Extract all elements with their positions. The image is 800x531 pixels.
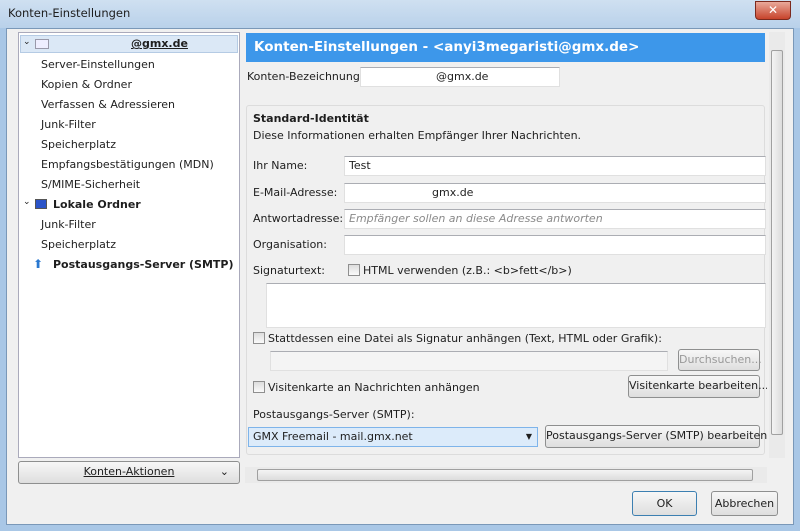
window-title: Konten-Einstellungen: [8, 6, 131, 20]
vertical-scrollbar[interactable]: [769, 32, 785, 458]
tree-item-junk[interactable]: Junk-Filter: [41, 118, 96, 131]
vcard-edit-button[interactable]: Visitenkarte bearbeiten...: [628, 375, 767, 398]
smtp-select[interactable]: GMX Freemail - mail.gmx.net ▼: [248, 427, 538, 447]
vcard-label[interactable]: Visitenkarte an Nachrichten anhängen: [268, 381, 480, 394]
html-checkbox-label[interactable]: HTML verwenden (z.B.: <b>fett</b>): [363, 264, 572, 277]
account-name-input[interactable]: @gmx.de: [360, 67, 560, 87]
horizontal-scrollbar[interactable]: [245, 467, 767, 483]
tree-item-storage[interactable]: Speicherplatz: [41, 138, 116, 151]
cancel-button[interactable]: Abbrechen: [711, 491, 778, 516]
mail-icon: [35, 39, 49, 49]
settings-panel: Konten-Einstellungen - <anyi3megaristi@g…: [245, 32, 767, 458]
account-tree[interactable]: ⌄ @gmx.de Server-Einstellungen Kopien & …: [18, 32, 240, 458]
email-input[interactable]: gmx.de: [344, 183, 766, 203]
org-label: Organisation:: [253, 238, 327, 251]
tree-item-compose[interactable]: Verfassen & Adressieren: [41, 98, 175, 111]
tree-item-smime[interactable]: S/MIME-Sicherheit: [41, 178, 140, 191]
account-name-label: Konten-Bezeichnung:: [247, 70, 364, 83]
chevron-down-icon[interactable]: ⌄: [23, 37, 31, 47]
tree-item-account[interactable]: [20, 35, 238, 53]
server-icon: ⬆: [33, 257, 44, 271]
email-label: E-Mail-Adresse:: [253, 186, 338, 199]
tree-item-local-storage[interactable]: Speicherplatz: [41, 238, 116, 251]
tree-item-local[interactable]: Lokale Ordner: [53, 198, 141, 211]
signature-label: Signaturtext:: [253, 264, 325, 277]
chevron-down-icon: ⌄: [219, 465, 229, 478]
name-input[interactable]: Test: [344, 156, 766, 176]
account-actions-button[interactable]: Konten-Aktionen ⌄: [18, 461, 240, 484]
signature-file-label[interactable]: Stattdessen eine Datei als Signatur anhä…: [268, 332, 662, 345]
browse-button[interactable]: Durchsuchen...: [678, 349, 762, 371]
reply-label: Antwortadresse:: [253, 212, 344, 225]
tree-item-server[interactable]: Server-Einstellungen: [41, 58, 155, 71]
close-button[interactable]: ✕: [755, 1, 791, 20]
chevron-down-icon[interactable]: ⌄: [23, 197, 31, 207]
reply-input[interactable]: Empfänger sollen an diese Adresse antwor…: [344, 209, 766, 229]
tree-item-local-junk[interactable]: Junk-Filter: [41, 218, 96, 231]
ok-button[interactable]: OK: [632, 491, 697, 516]
name-label: Ihr Name:: [253, 159, 308, 172]
vcard-checkbox[interactable]: [253, 381, 265, 393]
tree-item-smtp[interactable]: Postausgangs-Server (SMTP): [53, 258, 234, 271]
org-input[interactable]: [344, 235, 766, 255]
identity-title: Standard-Identität: [253, 112, 369, 125]
scrollbar-thumb[interactable]: [771, 50, 783, 435]
page-title: Konten-Einstellungen - <anyi3megaristi@g…: [246, 33, 765, 62]
account-actions-label: Konten-Aktionen: [83, 465, 175, 478]
signature-textarea[interactable]: [266, 283, 766, 328]
smtp-label: Postausgangs-Server (SMTP):: [253, 408, 415, 421]
computer-icon: [35, 199, 47, 209]
signature-file-input[interactable]: [270, 351, 668, 371]
dropdown-arrow-icon: ▼: [525, 432, 532, 441]
smtp-edit-button[interactable]: Postausgangs-Server (SMTP) bearbeiten...: [545, 425, 767, 448]
smtp-select-value: GMX Freemail - mail.gmx.net: [253, 430, 413, 443]
account-label[interactable]: @gmx.de: [131, 37, 188, 50]
scrollbar-thumb[interactable]: [257, 469, 753, 481]
tree-item-mdn[interactable]: Empfangsbestätigungen (MDN): [41, 158, 214, 171]
signature-file-checkbox[interactable]: [253, 332, 265, 344]
html-checkbox[interactable]: [348, 264, 360, 276]
tree-item-copies[interactable]: Kopien & Ordner: [41, 78, 132, 91]
identity-desc: Diese Informationen erhalten Empfänger I…: [253, 129, 582, 142]
